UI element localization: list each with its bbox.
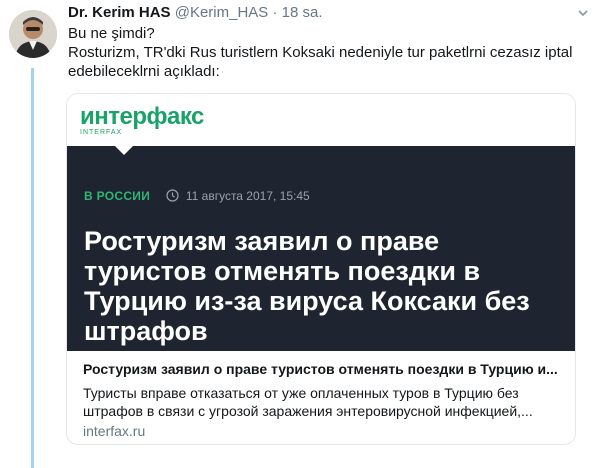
interfax-logo: интерфакс INTERFAX <box>67 94 575 146</box>
author-name[interactable]: Dr. Kerim HAS <box>68 4 171 21</box>
logo-subtext: INTERFAX <box>80 129 123 136</box>
tweet-timestamp[interactable]: 18 sa. <box>282 4 323 21</box>
card-domain: interfax.ru <box>83 423 146 439</box>
tweet-content: Dr. Kerim HAS @Kerim_HAS · 18 sa. Bu ne … <box>68 3 578 81</box>
card-image[interactable]: В РОССИИ 11 августа 2017, 15:45 Ростуриз… <box>67 146 575 351</box>
card-description: Туристы вправе отказаться от уже оплачен… <box>83 385 533 419</box>
logo-notch <box>115 146 133 155</box>
article-date: 11 августа 2017, 15:45 <box>185 189 310 203</box>
card-body[interactable]: Ростуризм заявил о праве туристов отменя… <box>67 351 575 444</box>
clock-icon <box>165 189 179 205</box>
article-headline: Ростуризм заявил о праве туристов отменя… <box>84 226 530 346</box>
avatar[interactable] <box>9 10 57 58</box>
separator-dot: · <box>272 4 278 21</box>
thread-line <box>31 68 34 468</box>
link-card[interactable]: интерфакс INTERFAX В РОССИИ 11 августа 2… <box>66 93 576 445</box>
logo-text: интерфакс <box>80 103 204 130</box>
tweet-text-line: Rosturizm, TR'dki Rus turistlern Koksaki… <box>68 44 573 80</box>
card-title: Ростуризм заявил о праве туристов отменя… <box>83 361 558 377</box>
article-meta: В РОССИИ 11 августа 2017, 15:45 <box>84 189 310 205</box>
tweet-header: Dr. Kerim HAS @Kerim_HAS · 18 sa. <box>68 3 578 22</box>
article-category: В РОССИИ <box>84 189 151 203</box>
tweet-text: Bu ne şimdi? Rosturizm, TR'dki Rus turis… <box>68 24 578 81</box>
author-handle[interactable]: @Kerim_HAS <box>175 4 269 21</box>
tweet-text-line: Bu ne şimdi? <box>68 25 155 42</box>
